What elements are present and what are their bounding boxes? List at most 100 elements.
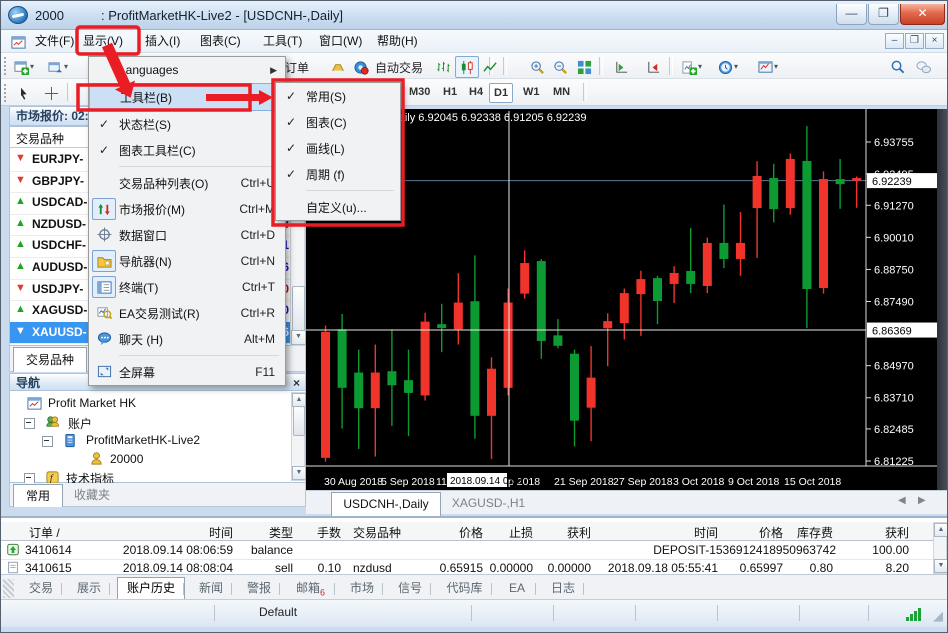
- terminal-column-header[interactable]: 获利: [885, 524, 909, 541]
- bar-chart-button[interactable]: [431, 56, 455, 78]
- period-h1[interactable]: H1: [439, 83, 461, 101]
- terminal-column-header[interactable]: 手数: [317, 524, 341, 541]
- zoom-in-button[interactable]: [525, 56, 549, 78]
- resize-grip-icon[interactable]: ◢: [933, 608, 943, 624]
- tree-item-账户[interactable]: 账户: [10, 413, 305, 432]
- chart-tab-xagusd[interactable]: XAGUSD-,H1: [441, 492, 536, 515]
- menu-item-自定义-u-[interactable]: 自定义(u)...: [276, 194, 400, 220]
- navigator-scrollbar[interactable]: ▲ ▼: [291, 392, 305, 481]
- terminal-tab-警报[interactable]: 警报: [239, 579, 279, 598]
- menu-item-状态栏-s-[interactable]: ✓状态栏(S): [89, 111, 285, 137]
- menu-item-聊天-h-[interactable]: 聊天 (H)Alt+M: [89, 326, 285, 352]
- terminal-column-header[interactable]: 类型: [269, 524, 293, 541]
- order-row-3410615[interactable]: 34106152018.09.14 08:08:04sell0.10nzdusd…: [1, 559, 948, 575]
- search-button[interactable]: [885, 56, 909, 78]
- profiles-dropdown[interactable]: ▾: [64, 62, 68, 71]
- child-minimize-button[interactable]: –: [885, 33, 904, 49]
- new-chart-dropdown[interactable]: ▾: [30, 62, 34, 71]
- chart-shift-button[interactable]: [641, 56, 665, 78]
- tab-common[interactable]: 常用: [13, 484, 63, 507]
- add-indicator-dropdown[interactable]: ▾: [698, 62, 702, 71]
- order-row-3410614[interactable]: 34106142018.09.14 08:06:59balance100.00D…: [1, 541, 948, 560]
- menu-item-周期-f-[interactable]: ✓周期 (f): [276, 161, 400, 187]
- menu-item-画线-l-[interactable]: ✓画线(L): [276, 135, 400, 161]
- collapse-icon[interactable]: [42, 436, 53, 447]
- history-center-button[interactable]: [325, 56, 349, 78]
- child-close-button[interactable]: ×: [925, 33, 944, 49]
- terminal-tab-代码库[interactable]: 代码库: [438, 579, 491, 598]
- period-h4[interactable]: H4: [465, 83, 487, 101]
- terminal-tab-邮箱[interactable]: 邮箱6: [287, 579, 334, 598]
- menu-item-图表工具栏-c-[interactable]: ✓图表工具栏(C): [89, 137, 285, 163]
- terminal-column-header[interactable]: 库存费: [797, 524, 833, 541]
- period-w1[interactable]: W1: [519, 83, 544, 101]
- menu-file[interactable]: 文件(F): [31, 31, 78, 51]
- menu-item-导航器-n-[interactable]: 导航器(N)Ctrl+N: [89, 248, 285, 274]
- zoom-out-button[interactable]: [548, 56, 572, 78]
- menu-item-终端-t-[interactable]: 终端(T)Ctrl+T: [89, 274, 285, 300]
- minimize-button[interactable]: —: [836, 4, 867, 25]
- menu-item-数据窗口[interactable]: 数据窗口Ctrl+D: [89, 222, 285, 248]
- period-m30[interactable]: M30: [405, 83, 434, 101]
- candlestick-chart-button[interactable]: [455, 56, 479, 78]
- menu-item-全屏幕[interactable]: 全屏幕F11: [89, 359, 285, 385]
- terminal-column-header[interactable]: 价格: [759, 524, 783, 541]
- auto-scroll-button[interactable]: [609, 56, 633, 78]
- status-profile[interactable]: Default: [259, 605, 297, 619]
- terminal-tab-市场[interactable]: 市场: [342, 579, 382, 598]
- terminal-column-header[interactable]: 时间: [694, 524, 718, 541]
- child-restore-button[interactable]: ❐: [905, 33, 924, 49]
- chart-window-icon[interactable]: [7, 32, 29, 52]
- menu-item-交易品种列表-o-[interactable]: 交易品种列表(O)Ctrl+U: [89, 170, 285, 196]
- community-chat-button[interactable]: [911, 56, 935, 78]
- line-chart-button[interactable]: [478, 56, 502, 78]
- menu-charts[interactable]: 图表(C): [196, 31, 245, 51]
- tab-favorites[interactable]: 收藏夹: [62, 484, 122, 506]
- chart-tabs-next-icon[interactable]: ▶: [918, 495, 926, 506]
- menu-item-工具栏-b-[interactable]: 工具栏(B): [89, 83, 285, 111]
- terminal-column-header[interactable]: 获利: [567, 524, 591, 541]
- tree-item-20000[interactable]: 20000: [10, 450, 305, 469]
- terminal-column-header[interactable]: 止损: [509, 524, 533, 541]
- market-watch-column-header[interactable]: 交易品种: [16, 130, 64, 147]
- menu-window[interactable]: 窗口(W): [315, 31, 366, 51]
- terminal-tab-展示[interactable]: 展示: [69, 579, 109, 598]
- tree-item-profit-market-hk[interactable]: Profit Market HK: [10, 394, 305, 413]
- terminal-tab-账户历史[interactable]: 账户历史: [117, 577, 185, 601]
- menu-insert[interactable]: 插入(I): [141, 31, 184, 51]
- cursor-button[interactable]: [11, 82, 35, 104]
- menu-item-常用-s-[interactable]: ✓常用(S): [276, 83, 400, 109]
- menu-item-ea交易测试-r-[interactable]: EA交易测试(R)Ctrl+R: [89, 300, 285, 326]
- maximize-button[interactable]: ❐: [868, 4, 899, 25]
- terminal-column-header[interactable]: 时间: [209, 524, 233, 541]
- terminal-column-header[interactable]: 订单 /: [29, 524, 60, 541]
- menu-tools[interactable]: 工具(T): [259, 31, 306, 51]
- close-button[interactable]: ✕: [900, 4, 945, 25]
- terminal-tabs-grip[interactable]: [3, 579, 14, 598]
- menu-view[interactable]: 显示(V): [79, 31, 127, 51]
- terminal-tab-交易[interactable]: 交易: [21, 579, 61, 598]
- period-d1[interactable]: D1: [489, 83, 513, 103]
- tile-windows-button[interactable]: [572, 56, 596, 78]
- crosshair-button[interactable]: [39, 82, 63, 104]
- chart-tabs-prev-icon[interactable]: ◀: [898, 495, 906, 506]
- period-mn[interactable]: MN: [549, 83, 574, 101]
- menu-item-图表-c-[interactable]: ✓图表(C): [276, 109, 400, 135]
- autotrading-button[interactable]: 自动交易: [349, 56, 424, 78]
- menu-item-languages[interactable]: Languages▶: [89, 57, 285, 83]
- terminal-column-header[interactable]: 交易品种: [353, 524, 401, 541]
- terminal-tab-ea[interactable]: EA: [499, 579, 535, 598]
- toolbar-grip[interactable]: [4, 84, 9, 102]
- templates-dropdown[interactable]: ▾: [774, 62, 778, 71]
- terminal-scrollbar[interactable]: ▲ ▼: [933, 522, 947, 574]
- terminal-tab-新闻[interactable]: 新闻: [191, 579, 231, 598]
- terminal-column-header[interactable]: 价格: [459, 524, 483, 541]
- periods-dropdown[interactable]: ▾: [734, 62, 738, 71]
- terminal-tab-日志[interactable]: 日志: [543, 579, 583, 598]
- chart-tab-usdcnh[interactable]: USDCNH-,Daily: [331, 492, 441, 516]
- menu-item-市场报价-m-[interactable]: 市场报价(M)Ctrl+M: [89, 196, 285, 222]
- collapse-icon[interactable]: [24, 418, 35, 429]
- terminal-tab-信号[interactable]: 信号: [390, 579, 430, 598]
- tab-symbols[interactable]: 交易品种: [13, 347, 87, 372]
- tree-item-profitmarkethk-live2[interactable]: ProfitMarketHK-Live2: [10, 431, 305, 450]
